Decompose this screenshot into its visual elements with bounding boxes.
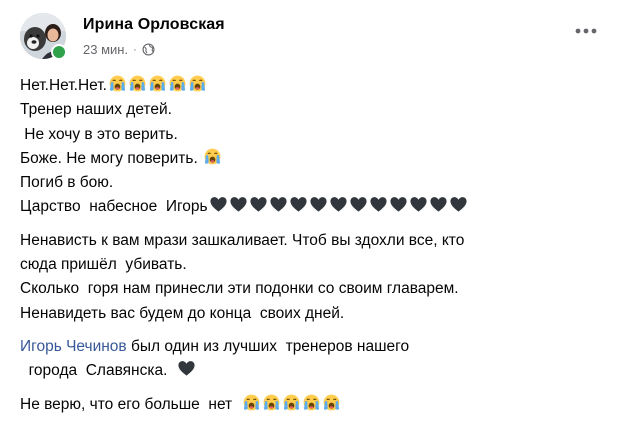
black-heart-icon — [330, 197, 347, 213]
text-line: Ненавидеть вас будем до конца своих дней… — [20, 304, 345, 322]
text-line: сюда пришёл убивать. — [20, 256, 187, 274]
post-meta: 23 мин. · — [83, 42, 155, 57]
crying-face-icon — [109, 75, 126, 92]
paragraph-3: Игорь Чечинов был один из лучших тренеро… — [20, 335, 610, 384]
crying-face-icon — [283, 394, 300, 410]
text-line: Тренер наших детей. — [20, 98, 610, 122]
black-heart-icon — [210, 197, 227, 213]
post-body: Нет.Нет.Нет. Тренер наших детей. Не хочу … — [20, 74, 610, 417]
meta-separator: · — [133, 43, 137, 56]
black-heart-icon — [230, 197, 247, 213]
text-line: Царство набесное Игорь — [20, 195, 610, 219]
black-heart-icon — [390, 197, 407, 213]
post-header: Ирина Орловская 23 мин. · — [20, 13, 610, 61]
text-line-content: Царство набесное Игорь — [20, 198, 208, 216]
crying-face-icon — [303, 394, 320, 410]
mention-link[interactable]: Игорь Чечинов — [20, 338, 127, 355]
text-line-content: Нет.Нет.Нет. — [20, 77, 107, 94]
crying-face-icon — [243, 394, 260, 410]
text-line: Боже. Не могу поверить. — [20, 147, 610, 171]
black-heart-icon — [178, 361, 195, 376]
black-heart-icon — [430, 197, 447, 213]
text-line: Не хочу в это верить. — [20, 123, 610, 147]
text-line: города Славянска. — [20, 362, 177, 380]
post-time[interactable]: 23 мин. — [83, 42, 128, 57]
more-options-button[interactable] — [572, 17, 600, 45]
avatar[interactable] — [20, 13, 67, 60]
paragraph-1: Нет.Нет.Нет. Тренер наших детей. Не хочу … — [20, 74, 610, 220]
black-heart-icon — [450, 197, 467, 213]
black-heart-icon — [350, 197, 367, 213]
text-line: Нет.Нет.Нет. — [20, 74, 610, 98]
text-line-content: Погиб в бою. — [20, 174, 114, 192]
crying-face-icon — [323, 394, 340, 410]
author-name[interactable]: Ирина Орловская — [83, 16, 225, 34]
black-heart-icon — [410, 197, 427, 213]
crying-face-icon — [129, 75, 146, 92]
crying-face-icon — [263, 394, 280, 410]
text-line: Сколько горя нам принесли эти подонки со… — [20, 280, 459, 298]
text-line: Ненависть к вам мрази зашкаливает. Чтоб … — [20, 231, 465, 249]
black-heart-icon — [310, 197, 327, 213]
more-options-icon — [575, 28, 597, 34]
text-line: Не верю, что его больше нет — [20, 395, 241, 413]
paragraph-4: Не верю, что его больше нет — [20, 393, 610, 417]
crying-face-icon — [149, 75, 166, 92]
crying-face-icon — [169, 75, 186, 92]
paragraph-2: Ненависть к вам мрази зашкаливает. Чтоб … — [20, 229, 610, 326]
facebook-post: Ирина Орловская 23 мин. · Нет.Нет.Нет. Тр… — [0, 0, 622, 443]
text-line-content: Боже. Не могу поверить. — [20, 149, 203, 167]
text-line-content: Тренер наших детей. — [20, 101, 172, 119]
black-heart-icon — [250, 197, 267, 213]
black-heart-icon — [290, 197, 307, 213]
black-heart-icon — [370, 197, 387, 213]
online-status-icon — [51, 44, 67, 60]
text-line: был один из лучших тренеров нашего — [126, 337, 410, 355]
text-line-content: Не хочу в это верить. — [20, 125, 178, 143]
globe-icon — [142, 43, 155, 56]
crying-face-icon — [204, 148, 221, 165]
crying-face-icon — [189, 75, 206, 92]
text-line: Погиб в бою. — [20, 171, 610, 195]
black-heart-icon — [270, 197, 287, 213]
